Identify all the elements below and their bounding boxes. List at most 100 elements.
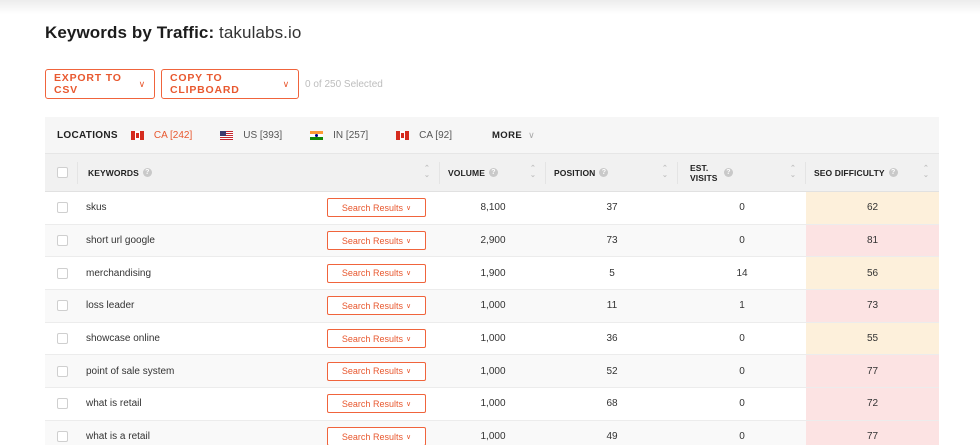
volume-cell: 1,900 xyxy=(440,256,546,291)
seo-difficulty-cell: 81 xyxy=(806,224,939,258)
position-cell: 36 xyxy=(546,322,678,356)
keyword-text: point of sale system xyxy=(86,365,175,377)
search-results-label: Search Results xyxy=(341,333,403,344)
keyword-cell: short url google Search Results ∨ xyxy=(78,224,440,258)
help-icon[interactable]: ? xyxy=(599,168,609,177)
keyword-text: what is a retail xyxy=(86,431,150,443)
row-checkbox[interactable] xyxy=(57,235,68,247)
seo-difficulty-cell: 77 xyxy=(806,354,939,389)
keyword-text: merchandising xyxy=(86,267,152,279)
chevron-down-icon: ∨ xyxy=(405,335,412,343)
seo-difficulty-cell: 77 xyxy=(806,420,939,445)
est-visits-cell: 0 xyxy=(678,420,806,445)
row-checkbox[interactable] xyxy=(57,300,68,312)
volume-cell: 1,000 xyxy=(440,354,546,389)
search-results-button[interactable]: Search Results ∨ xyxy=(327,263,426,283)
est-visits-cell: 0 xyxy=(678,387,806,421)
chevron-down-icon: ∨ xyxy=(405,433,412,441)
position-cell: 11 xyxy=(546,289,678,323)
row-checkbox[interactable] xyxy=(57,202,68,214)
chevron-down-icon: ∨ xyxy=(405,400,412,408)
search-results-button[interactable]: Search Results ∨ xyxy=(327,329,426,349)
location-list: CA [242] US [393] IN [257] CA [92] xyxy=(130,129,480,141)
sort-icon[interactable]: ⌃ ⌄ xyxy=(662,165,668,179)
est-visits-column-header[interactable]: EST. VISITS? ⌃ ⌄ xyxy=(678,153,806,192)
seo-difficulty-cell: 56 xyxy=(806,256,939,291)
position-column-header[interactable]: POSITION? ⌃ ⌄ xyxy=(546,153,678,192)
more-locations-button[interactable]: MORE ∨ xyxy=(492,130,535,141)
search-results-button[interactable]: Search Results ∨ xyxy=(327,394,426,414)
table-row[interactable]: point of sale system Search Results ∨ 1,000… xyxy=(45,354,939,389)
location-ca-3[interactable]: CA [92] xyxy=(396,130,452,141)
location-label: CA [242] xyxy=(153,129,193,141)
help-icon[interactable]: ? xyxy=(888,168,898,177)
est-visits-cell: 0 xyxy=(678,191,806,225)
copy-to-clipboard-label: COPY TO CLIPBOARD xyxy=(170,72,240,96)
row-checkbox[interactable] xyxy=(57,333,68,345)
row-checkbox[interactable] xyxy=(57,398,68,410)
location-ca-0[interactable]: CA [242] xyxy=(130,129,193,141)
volume-header-label: VOLUME xyxy=(448,167,485,178)
est-visits-header-label: EST. VISITS xyxy=(690,162,718,183)
position-cell: 5 xyxy=(546,256,678,291)
volume-cell: 1,000 xyxy=(440,387,546,421)
table-row[interactable]: what is retail Search Results ∨ 1,000 68 0 72 xyxy=(45,387,939,421)
chevron-down-icon: ∨ xyxy=(282,78,290,89)
page-title-domain: takulabs.io xyxy=(219,23,302,42)
row-checkbox[interactable] xyxy=(57,365,68,377)
table-row[interactable]: skus Search Results ∨ 8,100 37 0 62 xyxy=(45,191,939,225)
table-row[interactable]: showcase online Search Results ∨ 1,000 36 0 55 xyxy=(45,322,939,356)
location-label: IN [257] xyxy=(333,129,369,141)
sort-icon[interactable]: ⌃ ⌄ xyxy=(790,165,796,179)
seo-difficulty-cell: 62 xyxy=(806,191,939,225)
row-select-cell xyxy=(45,420,78,445)
page-title-label: Keywords by Traffic: xyxy=(45,23,215,42)
export-to-csv-button[interactable]: EXPORT TO CSV ∨ xyxy=(45,69,155,99)
sort-icon[interactable]: ⌃ ⌄ xyxy=(424,165,430,179)
position-cell: 73 xyxy=(546,224,678,258)
volume-cell: 1,000 xyxy=(440,420,546,445)
select-all-header xyxy=(45,153,78,192)
search-results-button[interactable]: Search Results ∨ xyxy=(327,198,426,218)
keyword-cell: loss leader Search Results ∨ xyxy=(78,289,440,323)
search-results-button[interactable]: Search Results ∨ xyxy=(327,427,426,445)
volume-column-header[interactable]: VOLUME? ⌃ ⌄ xyxy=(440,153,546,192)
help-icon[interactable]: ? xyxy=(142,168,152,177)
copy-to-clipboard-button[interactable]: COPY TO CLIPBOARD ∨ xyxy=(161,69,299,99)
export-to-csv-label: EXPORT TO CSV xyxy=(54,72,122,96)
volume-cell: 2,900 xyxy=(440,224,546,258)
table-row[interactable]: what is a retail Search Results ∨ 1,000 49 0 7… xyxy=(45,420,939,445)
keyword-cell: what is retail Search Results ∨ xyxy=(78,387,440,421)
table-row[interactable]: short url google Search Results ∨ 2,900 73 0 8… xyxy=(45,224,939,258)
location-us-1[interactable]: US [393] xyxy=(220,130,282,141)
seo-difficulty-column-header[interactable]: SEO DIFFICULTY? ⌃ ⌄ xyxy=(806,153,939,192)
keywords-table-panel: LOCATIONS CA [242] US [393] IN [257] CA [92… xyxy=(45,117,939,445)
select-all-checkbox[interactable] xyxy=(57,167,68,178)
position-header-label: POSITION xyxy=(554,167,596,178)
est-visits-cell: 0 xyxy=(678,322,806,356)
location-in-2[interactable]: IN [257] xyxy=(310,130,368,141)
seo-difficulty-cell: 72 xyxy=(806,387,939,421)
search-results-label: Search Results xyxy=(341,300,403,311)
keyword-cell: point of sale system Search Results ∨ xyxy=(78,354,440,389)
chevron-down-icon: ∨ xyxy=(405,204,412,212)
row-checkbox[interactable] xyxy=(57,431,68,443)
keywords-column-header[interactable]: KEYWORDS? ⌃ ⌄ xyxy=(78,153,440,192)
table-row[interactable]: loss leader Search Results ∨ 1,000 11 1 73 xyxy=(45,289,939,323)
keyword-text: loss leader xyxy=(86,300,135,312)
search-results-button[interactable]: Search Results ∨ xyxy=(327,296,426,316)
table-row[interactable]: merchandising Search Results ∨ 1,900 5 14 56 xyxy=(45,256,939,291)
search-results-button[interactable]: Search Results ∨ xyxy=(327,361,426,381)
more-label: MORE xyxy=(491,129,523,141)
row-checkbox[interactable] xyxy=(57,267,68,279)
sort-icon[interactable]: ⌃ ⌄ xyxy=(530,165,536,179)
sort-icon[interactable]: ⌃ ⌄ xyxy=(923,165,929,179)
search-results-button[interactable]: Search Results ∨ xyxy=(327,231,426,251)
search-results-label: Search Results xyxy=(341,202,403,213)
position-cell: 37 xyxy=(546,191,678,225)
help-icon[interactable]: ? xyxy=(724,168,733,177)
volume-cell: 1,000 xyxy=(440,289,546,323)
help-icon[interactable]: ? xyxy=(488,168,498,177)
search-results-label: Search Results xyxy=(341,398,403,409)
keyword-cell: what is a retail Search Results ∨ xyxy=(78,420,440,445)
